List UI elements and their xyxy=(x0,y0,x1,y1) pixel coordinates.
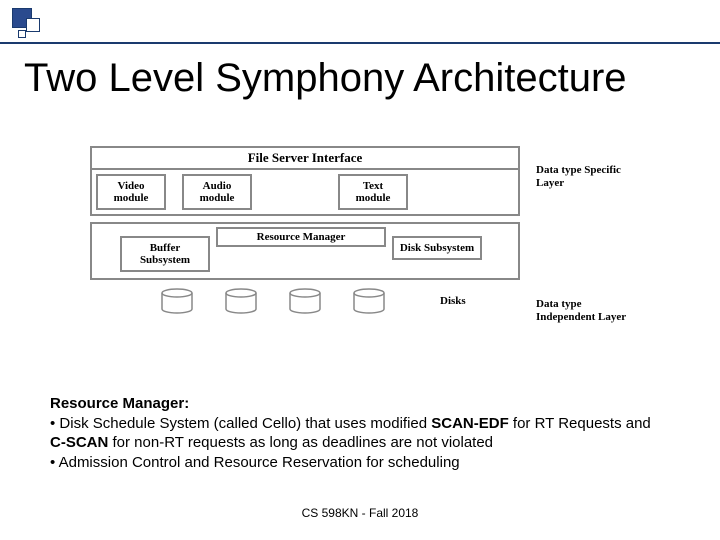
disk-icon xyxy=(224,288,258,314)
bullet-text: • Disk Schedule System (called Cello) th… xyxy=(50,415,431,432)
disk-subsystem-box: Disk Subsystem xyxy=(392,236,482,260)
decoration-square xyxy=(18,30,26,38)
video-module-box: Video module xyxy=(96,174,166,210)
modules-row: Video module Audio module Text module xyxy=(92,170,518,214)
specific-layer-label: Data type Specific Layer xyxy=(536,164,626,190)
slide-footer: CS 598KN - Fall 2018 xyxy=(0,506,720,520)
header-divider xyxy=(0,42,720,44)
decoration-square xyxy=(26,18,40,32)
text-module-box: Text module xyxy=(338,174,408,210)
bullet-text: for RT Requests and xyxy=(509,415,651,432)
bullet-text: for non-RT requests as long as deadlines… xyxy=(108,434,493,451)
disk-icon xyxy=(352,288,386,314)
disk-icon xyxy=(160,288,194,314)
disk-icon xyxy=(288,288,322,314)
scan-edf-term: SCAN-EDF xyxy=(431,415,509,432)
disks-label: Disks xyxy=(440,295,466,307)
resource-manager-heading: Resource Manager: xyxy=(50,395,189,412)
body-text: Resource Manager: • Disk Schedule System… xyxy=(50,394,670,472)
cscan-term: C-SCAN xyxy=(50,434,108,451)
slide-title: Two Level Symphony Architecture xyxy=(24,56,627,101)
specific-layer-box: File Server Interface Video module Audio… xyxy=(90,146,520,216)
independent-layer-label: Data type Independent Layer xyxy=(536,298,632,324)
buffer-subsystem-box: Buffer Subsystem xyxy=(120,236,210,272)
independent-layer-box: Resource Manager Buffer Subsystem Disk S… xyxy=(90,222,520,280)
corner-decoration xyxy=(12,8,48,44)
audio-module-box: Audio module xyxy=(182,174,252,210)
architecture-diagram: File Server Interface Video module Audio… xyxy=(90,146,630,314)
file-server-interface-label: File Server Interface xyxy=(92,148,518,170)
bullet-text: • Admission Control and Resource Reserva… xyxy=(50,454,460,471)
resource-manager-box: Resource Manager xyxy=(216,227,386,247)
